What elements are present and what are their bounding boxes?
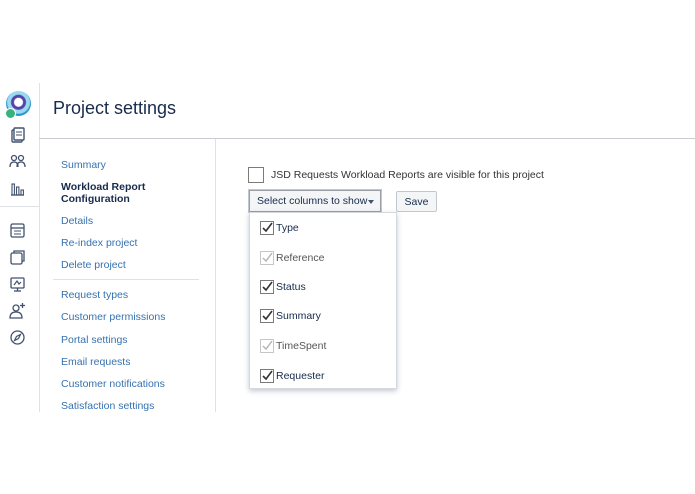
nav-item-email-requests[interactable]: Email requests [61,356,130,368]
option-checkbox [260,251,274,265]
queues-icon[interactable] [9,153,26,170]
column-option-requester[interactable]: Requester [260,369,390,385]
nav-item-delete-project[interactable]: Delete project [61,259,126,271]
page-title: Project settings [53,98,177,118]
nav-item-workload-report[interactable]: Workload Report [61,181,145,193]
column-option-summary[interactable]: Summary [260,309,390,325]
nav-divider [53,279,199,280]
select-columns-dropdown[interactable]: Select columns to show [249,190,381,212]
visibility-checkbox[interactable] [248,167,264,183]
app-frame: Project settings Summary Workload Report… [0,83,695,412]
option-checkbox[interactable] [260,280,274,294]
column-option-status[interactable]: Status [260,280,390,296]
checkmark-icon [262,370,273,381]
reports-icon[interactable] [9,180,26,197]
checkmark-icon [262,252,273,263]
invite-team-icon[interactable] [9,302,26,319]
project-settings-icon[interactable] [9,329,26,346]
option-checkbox [260,339,274,353]
knowledge-base-icon[interactable] [9,222,26,239]
visibility-label: JSD Requests Workload Reports are visibl… [271,169,544,181]
checkmark-icon [262,222,273,233]
columns-menu: Type Reference Status Summary TimeSpent … [249,212,397,389]
add-shortcut-icon[interactable] [9,276,26,293]
nav-item-request-types[interactable]: Request types [61,289,128,301]
option-checkbox[interactable] [260,221,274,235]
option-checkbox[interactable] [260,309,274,323]
column-option-type[interactable]: Type [260,221,390,237]
nav-item-reindex-project[interactable]: Re-index project [61,237,137,249]
nav-item-customer-permissions[interactable]: Customer permissions [61,311,165,323]
rail-divider [0,206,39,207]
option-label: Requester [276,370,325,382]
board-icon[interactable] [9,127,26,144]
option-label: TimeSpent [276,340,327,352]
option-label: Status [276,281,306,293]
project-settings-nav: Summary Workload Report Configuration De… [39,139,216,412]
checkmark-icon [262,340,273,351]
global-sidebar [0,83,40,412]
caret-down-icon [368,200,374,204]
nav-item-details[interactable]: Details [61,215,93,227]
option-checkbox[interactable] [260,369,274,383]
option-label: Type [276,222,299,234]
nav-item-configuration[interactable]: Configuration [61,193,130,205]
checkmark-icon [262,281,273,292]
nav-item-satisfaction-settings[interactable]: Satisfaction settings [61,400,154,412]
option-label: Reference [276,252,325,264]
select-columns-label: Select columns to show [257,195,368,207]
column-option-timespent: TimeSpent [260,339,390,355]
checkmark-icon [262,310,273,321]
status-dot-icon [5,108,16,119]
nav-item-portal-settings[interactable]: Portal settings [61,334,128,346]
nav-item-summary[interactable]: Summary [61,159,106,171]
pages-icon[interactable] [9,249,26,266]
save-button[interactable]: Save [396,191,437,212]
nav-item-customer-notifications[interactable]: Customer notifications [61,378,165,390]
option-label: Summary [276,310,321,322]
column-option-reference: Reference [260,251,390,267]
